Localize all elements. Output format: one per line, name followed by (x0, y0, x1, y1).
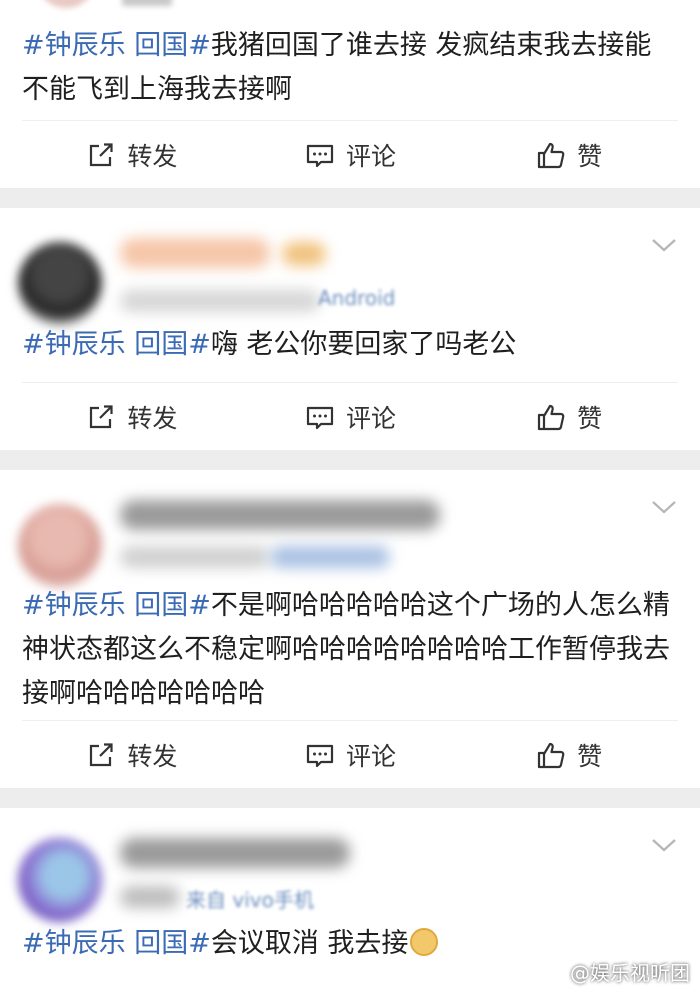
post-body: 嗨 老公你要回家了吗老公 (210, 329, 517, 360)
topic-link[interactable]: #钟辰乐 回国# (22, 590, 211, 621)
post-text: #钟辰乐 回国#嗨 老公你要回家了吗老公 (0, 323, 700, 367)
comment-button[interactable]: 评论 (241, 121, 460, 188)
avatar[interactable] (18, 242, 102, 326)
repost-label: 转发 (127, 741, 178, 771)
source-blurred (270, 546, 390, 568)
repost-button[interactable]: 转发 (22, 383, 241, 450)
repost-icon (90, 742, 113, 766)
like-button[interactable]: 赞 (459, 121, 678, 188)
meta-blurred (120, 886, 180, 908)
watermark: @娱乐视听团 (540, 957, 690, 986)
repost-label: 转发 (127, 141, 178, 171)
action-bar: 转发 评论 赞 (22, 120, 678, 188)
action-bar: 转发 评论 赞 (22, 720, 678, 788)
repost-button[interactable]: 转发 (22, 121, 241, 188)
avatar[interactable] (18, 504, 102, 588)
thumbs-up-icon (538, 742, 565, 768)
like-button[interactable]: 赞 (459, 721, 678, 788)
topic-link[interactable]: #钟辰乐 回国# (22, 928, 211, 959)
post-source: 来自 vivo手机 (186, 888, 314, 912)
comment-button[interactable]: 评论 (241, 383, 460, 450)
comment-button[interactable]: 评论 (241, 721, 460, 788)
topic-link[interactable]: #钟辰乐 回国# (22, 329, 211, 360)
post-card: #钟辰乐 回国#不是啊哈哈哈哈哈这个广场的人怎么精神状态都这么不稳定啊哈哈哈哈哈… (0, 470, 700, 788)
like-label: 赞 (577, 141, 603, 171)
post-card: Android #钟辰乐 回国#嗨 老公你要回家了吗老公 转发 评论 赞 (0, 208, 700, 450)
repost-label: 转发 (127, 403, 178, 433)
badge-blurred (282, 242, 326, 266)
username-blurred[interactable] (120, 238, 270, 268)
doge-emoji-icon (410, 928, 439, 956)
thumbs-up-icon (538, 404, 565, 430)
comment-label: 评论 (346, 741, 397, 771)
comment-label: 评论 (346, 141, 397, 171)
like-label: 赞 (577, 741, 603, 771)
action-bar: 转发 评论 赞 (22, 382, 678, 450)
comment-icon (306, 744, 334, 767)
avatar[interactable] (36, 0, 96, 8)
post-text: #钟辰乐 回国#不是啊哈哈哈哈哈这个广场的人怎么精神状态都这么不稳定啊哈哈哈哈哈… (0, 584, 700, 716)
chevron-down-icon[interactable] (650, 234, 678, 254)
username-blurred[interactable] (120, 500, 440, 530)
repost-button[interactable]: 转发 (22, 721, 241, 788)
post-text: #钟辰乐 回国#我猪回国了谁去接 发疯结束我去接能不能飞到上海我去接啊 (0, 24, 700, 112)
post-body: 会议取消 我去接 (210, 928, 409, 959)
chevron-down-icon[interactable] (650, 496, 678, 516)
like-label: 赞 (577, 403, 603, 433)
weibo-logo-icon (541, 963, 564, 981)
post-source: Android (318, 286, 396, 310)
avatar[interactable] (18, 838, 102, 922)
comment-icon (306, 144, 334, 167)
chevron-down-icon[interactable] (650, 834, 678, 854)
thumbs-up-icon (538, 142, 565, 168)
comment-label: 评论 (346, 403, 397, 433)
post-card: #钟辰乐 回国#我猪回国了谁去接 发疯结束我去接能不能飞到上海我去接啊 转发 评… (0, 0, 700, 188)
topic-link[interactable]: #钟辰乐 回国# (22, 30, 211, 61)
meta-blurred (120, 546, 270, 568)
watermark-text: @娱乐视听团 (570, 961, 690, 985)
like-button[interactable]: 赞 (459, 383, 678, 450)
meta-blurred (120, 290, 320, 312)
repost-icon (90, 142, 113, 166)
meta-blurred (122, 0, 172, 6)
repost-icon (90, 404, 113, 428)
username-blurred[interactable] (120, 838, 350, 868)
comment-icon (306, 406, 334, 429)
